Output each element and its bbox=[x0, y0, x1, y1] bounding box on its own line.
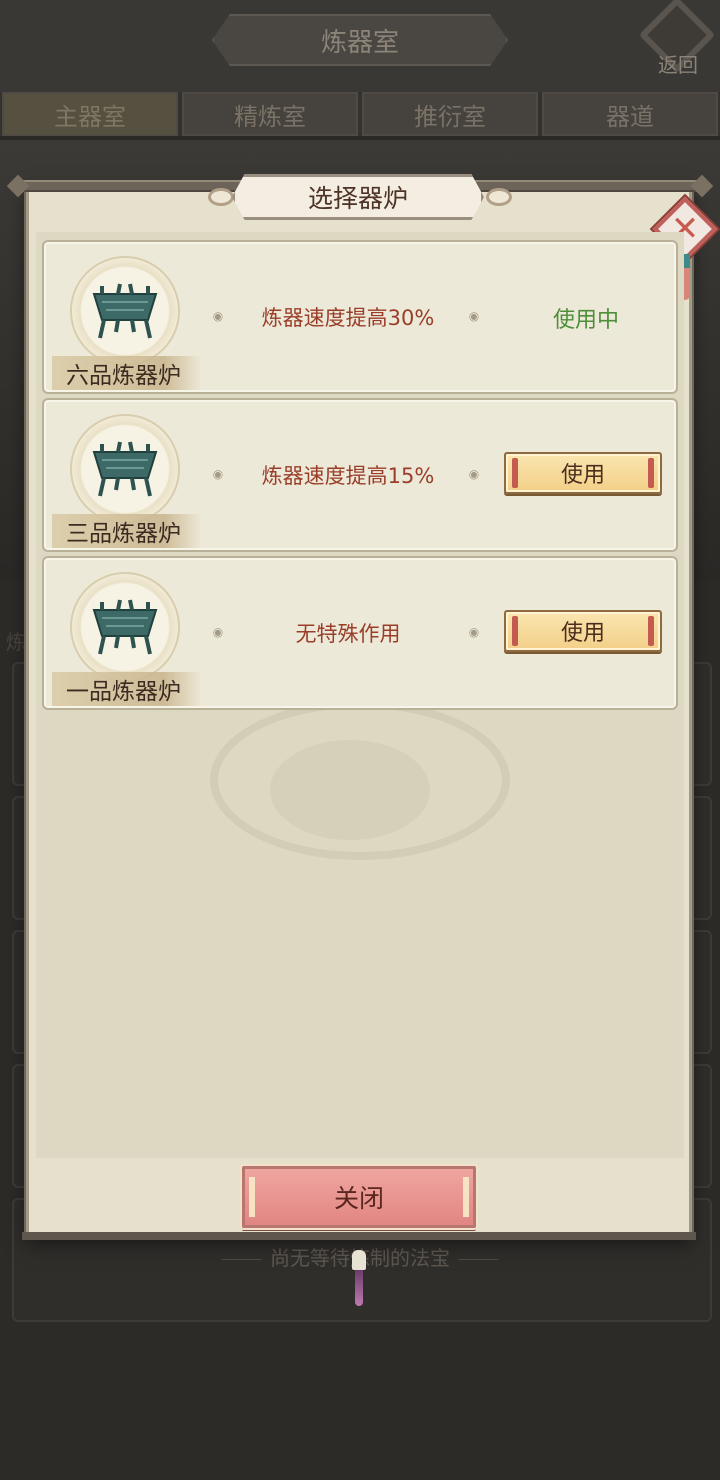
close-dialog-button[interactable]: 关闭 bbox=[242, 1166, 476, 1228]
tab-refine-room[interactable]: 精炼室 bbox=[182, 92, 358, 136]
bronze-furnace-icon bbox=[92, 283, 158, 339]
bronze-furnace-icon bbox=[92, 599, 158, 655]
furnace-item: 六品炼器炉 ◉ 炼器速度提高30% ◉ 使用中 bbox=[42, 240, 678, 394]
eye-ornament-icon: ◉ bbox=[212, 309, 224, 323]
use-button-label: 使用 bbox=[560, 463, 605, 488]
eye-ornament-icon: ◉ bbox=[468, 625, 480, 639]
button-cap-left bbox=[249, 1177, 255, 1217]
furnace-item: 一品炼器炉 ◉ 无特殊作用 ◉ 使用 bbox=[42, 556, 678, 710]
queue-side-label: 炼 bbox=[6, 630, 26, 654]
furnace-item: 三品炼器炉 ◉ 炼器速度提高15% ◉ 使用 bbox=[42, 398, 678, 552]
furnace-effect: 炼器速度提高15% bbox=[261, 464, 435, 488]
tab-main-room[interactable]: 主器室 bbox=[2, 92, 178, 136]
use-furnace-button[interactable]: 使用 bbox=[504, 452, 662, 494]
title-cloud-ornament-right bbox=[486, 188, 512, 206]
button-cap-right bbox=[648, 616, 654, 646]
tab-deduce-room[interactable]: 推衍室 bbox=[362, 92, 538, 136]
bell-tassel bbox=[355, 1270, 363, 1306]
button-cap-right bbox=[648, 458, 654, 488]
dialog-title: 选择器炉 bbox=[232, 174, 484, 220]
furnace-effect: 无特殊作用 bbox=[295, 622, 401, 646]
eye-ornament-icon: ◉ bbox=[468, 467, 480, 481]
furnace-grade: 三品炼器炉 bbox=[52, 514, 202, 548]
use-furnace-button[interactable]: 使用 bbox=[504, 610, 662, 652]
button-cap-left bbox=[512, 458, 518, 488]
taiji-watermark-inner bbox=[270, 740, 430, 840]
eye-ornament-icon: ◉ bbox=[212, 467, 224, 481]
furnace-grade: 六品炼器炉 bbox=[52, 356, 202, 390]
in-use-status: 使用中 bbox=[552, 308, 619, 333]
back-label: 返回 bbox=[658, 53, 698, 77]
room-tabs: 主器室 精炼室 推衍室 器道 bbox=[0, 92, 720, 136]
close-button-label: 关闭 bbox=[333, 1184, 384, 1213]
top-bar: 炼器室 返回 bbox=[0, 0, 720, 92]
eye-ornament-icon: ◉ bbox=[468, 309, 480, 323]
furnace-grade: 一品炼器炉 bbox=[52, 672, 202, 706]
back-button[interactable]: 返回 bbox=[638, 0, 716, 80]
dialog-bottom-scroll-bar bbox=[22, 1232, 696, 1240]
use-button-label: 使用 bbox=[560, 621, 605, 646]
title-cloud-ornament-left bbox=[208, 188, 234, 206]
bronze-furnace-icon bbox=[92, 441, 158, 497]
button-cap-right bbox=[463, 1177, 469, 1217]
tab-artifact-dao[interactable]: 器道 bbox=[542, 92, 718, 136]
furnace-effect: 炼器速度提高30% bbox=[261, 306, 435, 330]
button-cap-left bbox=[512, 616, 518, 646]
page-title: 炼器室 bbox=[212, 14, 508, 66]
eye-ornament-icon: ◉ bbox=[212, 625, 224, 639]
bell-ornament-icon bbox=[352, 1250, 366, 1270]
